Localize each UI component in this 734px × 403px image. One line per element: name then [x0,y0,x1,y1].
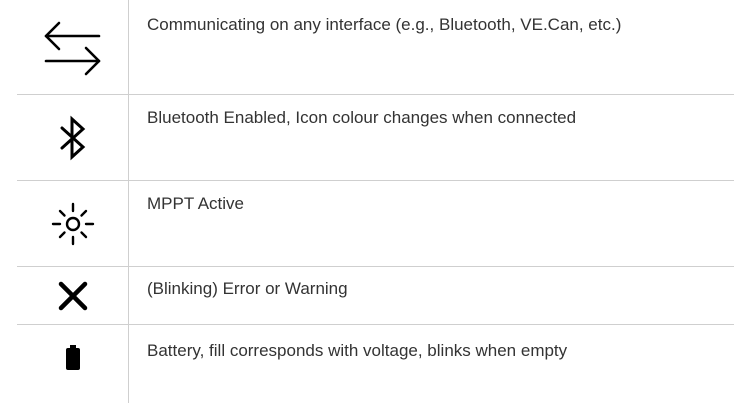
legend-icon-cell [17,0,129,94]
legend-row: Communicating on any interface (e.g., Bl… [17,0,734,95]
bluetooth-icon [58,114,88,162]
legend-row: (Blinking) Error or Warning [17,267,734,325]
legend-icon-cell [17,325,129,403]
legend-icon-cell [17,95,129,180]
icon-legend-table: Communicating on any interface (e.g., Bl… [0,0,734,403]
legend-icon-cell [17,267,129,324]
legend-description: (Blinking) Error or Warning [147,279,348,298]
battery-icon [65,345,81,371]
legend-description: Battery, fill corresponds with voltage, … [147,341,568,360]
legend-icon-cell [17,181,129,266]
legend-row: Battery, fill corresponds with voltage, … [17,325,734,403]
legend-description: MPPT Active [147,194,244,213]
communication-arrows-icon [41,17,105,77]
legend-description: Bluetooth Enabled, Icon colour changes w… [147,108,577,127]
legend-row: Bluetooth Enabled, Icon colour changes w… [17,95,734,181]
legend-row: MPPT Active [17,181,734,267]
mppt-sun-icon [49,200,97,248]
legend-description: Communicating on any interface (e.g., Bl… [147,15,622,34]
error-x-icon [55,278,91,314]
